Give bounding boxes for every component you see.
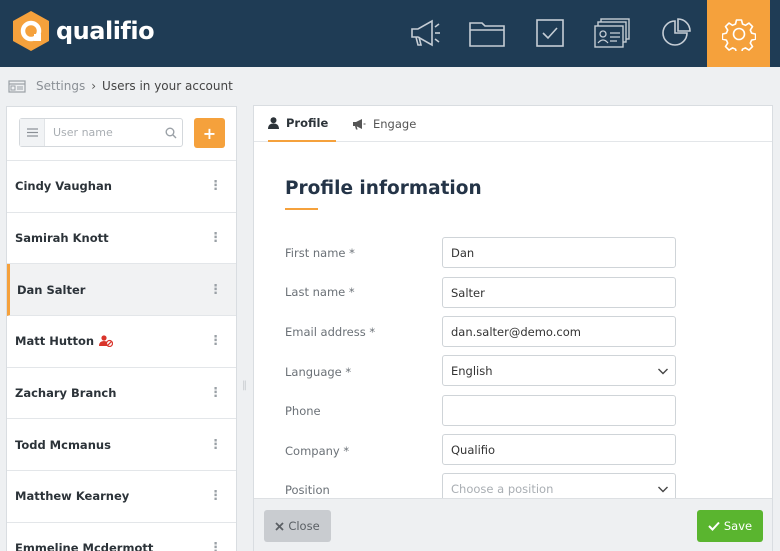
search-box	[19, 118, 183, 147]
brand-name: qualifio	[56, 17, 155, 45]
save-label: Save	[723, 519, 753, 533]
panel-resize-handle[interactable]: ‖	[242, 380, 247, 391]
top-bar: qualifio	[0, 0, 780, 67]
user-icon	[268, 117, 279, 129]
user-row-cindy-vaughan[interactable]: Cindy Vaughan ⋮	[7, 161, 236, 213]
more-options-icon[interactable]: ⋮	[209, 542, 222, 551]
user-name: Zachary Branch	[15, 386, 117, 401]
user-search-input[interactable]	[53, 126, 163, 139]
more-options-icon[interactable]: ⋮	[209, 283, 222, 296]
phone-field[interactable]	[442, 395, 676, 426]
user-row-dan-salter[interactable]: Dan Salter ⋮	[7, 264, 236, 317]
user-row-todd-mcmanus[interactable]: Todd Mcmanus ⋮	[7, 419, 236, 472]
checkbox-icon	[536, 19, 564, 47]
user-row-samirah-knott[interactable]: Samirah Knott ⋮	[7, 213, 236, 265]
breadcrumb: Settings › Users in your account	[8, 77, 233, 95]
user-name: Emmeline Mcdermott	[15, 541, 154, 551]
user-row-zachary-branch[interactable]: Zachary Branch ⋮	[7, 368, 236, 420]
profile-panel: Profile Engage Profile information First…	[253, 105, 773, 551]
user-row-emmeline-mcdermott[interactable]: Emmeline Mcdermott ⋮	[7, 523, 236, 551]
tab-engage[interactable]: Engage	[352, 106, 416, 142]
tab-engage-label: Engage	[373, 117, 417, 131]
section-title: Profile information	[285, 178, 482, 199]
contacts-nav[interactable]	[592, 14, 632, 52]
close-label: Close	[288, 519, 320, 533]
chevron-right-icon: ›	[91, 79, 97, 93]
email-field[interactable]	[442, 316, 676, 347]
logo-mark-icon	[13, 11, 49, 51]
user-blocked-icon	[99, 335, 114, 348]
settings-nav[interactable]	[707, 0, 770, 67]
close-button[interactable]: Close	[264, 510, 331, 542]
position-label: Position	[285, 483, 330, 497]
more-options-icon[interactable]: ⋮	[209, 387, 222, 400]
user-name: Todd Mcmanus	[15, 437, 111, 452]
language-value: English	[451, 363, 493, 378]
chevron-down-icon	[658, 368, 668, 375]
search-icon[interactable]	[165, 127, 177, 139]
tab-bar: Profile Engage	[254, 106, 772, 142]
settings-panel-icon	[8, 80, 26, 93]
more-options-icon[interactable]: ⋮	[209, 335, 222, 348]
add-user-button[interactable]: +	[194, 118, 225, 148]
breadcrumb-current: Users in your account	[102, 79, 233, 93]
hamburger-icon	[26, 128, 38, 137]
megaphone-icon	[411, 19, 440, 47]
users-toolbar: +	[7, 107, 236, 161]
last-name-field[interactable]	[442, 277, 676, 308]
tab-profile[interactable]: Profile	[268, 106, 336, 142]
first-name-label: First name *	[285, 246, 355, 260]
form-footer: Close Save	[254, 498, 772, 551]
statistics-nav[interactable]	[656, 14, 696, 52]
company-label: Company *	[285, 444, 350, 458]
user-row-matthew-kearney[interactable]: Matthew Kearney ⋮	[7, 471, 236, 523]
filter-menu-button[interactable]	[20, 119, 45, 146]
language-label: Language *	[285, 365, 352, 379]
user-name: Cindy Vaughan	[15, 179, 112, 194]
megaphone-icon	[352, 118, 366, 130]
user-name: Matthew Kearney	[15, 489, 130, 504]
user-row-matt-hutton[interactable]: Matt Hutton ⋮	[7, 316, 236, 368]
language-select[interactable]: English	[442, 355, 676, 386]
gear-icon	[721, 18, 756, 51]
more-options-icon[interactable]: ⋮	[209, 232, 222, 245]
tasks-nav[interactable]	[530, 14, 570, 52]
logo[interactable]: qualifio	[12, 10, 155, 52]
checkmark-icon	[708, 521, 720, 531]
breadcrumb-settings-link[interactable]: Settings	[36, 79, 85, 93]
users-panel: + Cindy Vaughan ⋮ Samirah Knott ⋮ Dan Sa…	[6, 106, 237, 551]
contacts-icon	[594, 18, 630, 48]
user-name: Matt Hutton	[15, 334, 95, 349]
tab-profile-label: Profile	[286, 116, 329, 130]
more-options-icon[interactable]: ⋮	[209, 438, 222, 451]
save-button[interactable]: Save	[697, 510, 763, 542]
phone-label: Phone	[285, 404, 321, 418]
close-icon	[275, 521, 284, 531]
chevron-down-icon	[658, 486, 668, 493]
company-field[interactable]	[442, 434, 676, 465]
user-name: Samirah Knott	[15, 231, 109, 246]
position-placeholder: Choose a position	[451, 481, 554, 496]
folder-icon	[469, 22, 505, 47]
title-underline	[285, 208, 318, 210]
more-options-icon[interactable]: ⋮	[209, 180, 222, 193]
first-name-field[interactable]	[442, 237, 676, 268]
user-name: Dan Salter	[17, 282, 86, 297]
pie-chart-icon	[662, 18, 691, 46]
more-options-icon[interactable]: ⋮	[209, 490, 222, 503]
email-label: Email address *	[285, 325, 376, 339]
folders-nav[interactable]	[467, 14, 507, 52]
last-name-label: Last name *	[285, 285, 355, 299]
campaigns-nav[interactable]	[405, 14, 445, 52]
